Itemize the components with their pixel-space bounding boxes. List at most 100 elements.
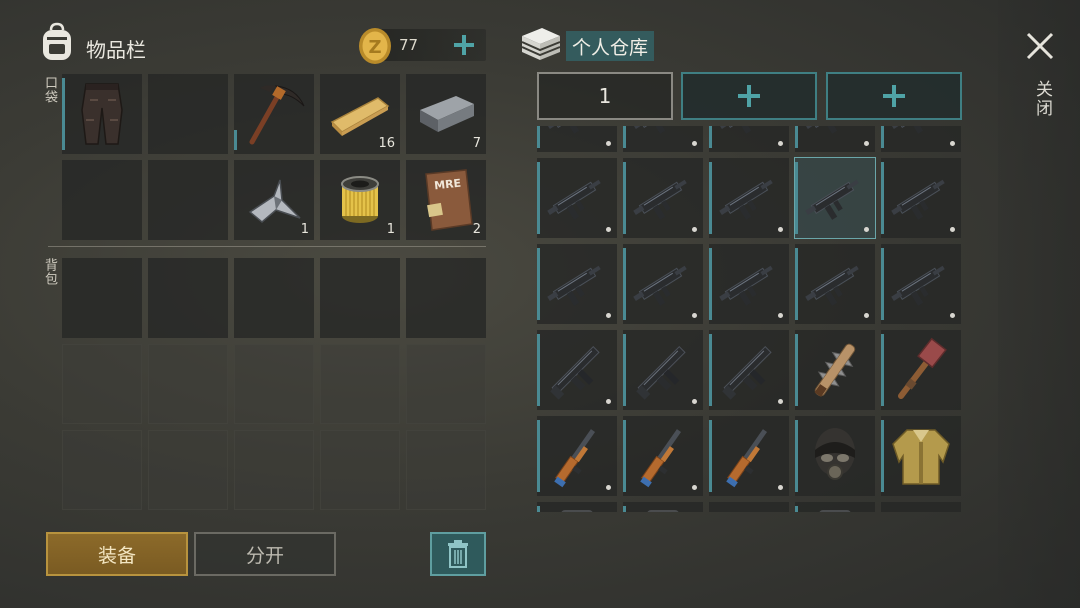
storage-slot[interactable] [795, 502, 875, 512]
pocket-slot[interactable]: 1 [234, 160, 314, 240]
item-count: 2 [472, 222, 481, 237]
condition-bar [623, 162, 626, 234]
pocket-slot[interactable]: MRE 2 [406, 160, 486, 240]
storage-slot[interactable] [795, 416, 875, 496]
storage-slot[interactable] [623, 330, 703, 410]
storage-slot[interactable] [709, 416, 789, 496]
storage-slot[interactable] [794, 157, 876, 239]
storage-slot[interactable] [881, 330, 961, 410]
close-label[interactable]: 关闭 [1030, 80, 1055, 118]
pocket-slot[interactable] [62, 74, 142, 154]
quality-dot [692, 141, 697, 146]
locked-slot [320, 344, 400, 424]
quality-dot [864, 227, 869, 232]
storage-slot[interactable] [795, 244, 875, 324]
item-count: 7 [472, 136, 481, 151]
storage-grid[interactable] [537, 126, 963, 512]
locked-slot [148, 430, 228, 510]
condition-bar [795, 506, 798, 512]
storage-slot[interactable] [623, 244, 703, 324]
storage-slot[interactable] [537, 416, 617, 496]
trash-button[interactable] [430, 532, 486, 576]
condition-bar [62, 78, 65, 150]
storage-slot[interactable] [537, 330, 617, 410]
add-storage-tab-button[interactable] [681, 72, 817, 120]
coin-icon: Z [359, 28, 391, 64]
split-button[interactable]: 分开 [194, 532, 336, 576]
item-count: 1 [386, 222, 395, 237]
quality-dot [606, 485, 611, 490]
storage-slot[interactable] [881, 502, 961, 512]
condition-bar [709, 420, 712, 492]
pocket-slot[interactable]: 7 [406, 74, 486, 154]
backpack-slot[interactable] [148, 258, 228, 338]
quality-dot [692, 313, 697, 318]
backpack-icon [43, 22, 71, 60]
equip-button[interactable]: 装备 [46, 532, 188, 576]
condition-bar [795, 420, 798, 492]
storage-slot[interactable] [709, 126, 789, 152]
quality-dot [778, 141, 783, 146]
quality-dot [950, 227, 955, 232]
condition-bar [881, 334, 884, 406]
condition-bar [537, 334, 540, 406]
storage-icon [521, 28, 561, 60]
condition-bar [623, 506, 626, 512]
condition-bar [623, 248, 626, 320]
section-divider [48, 246, 486, 247]
shotgun-icon [726, 429, 768, 488]
condition-bar [881, 420, 884, 492]
storage-slot[interactable] [537, 158, 617, 238]
storage-slot[interactable] [537, 244, 617, 324]
condition-bar [623, 420, 626, 492]
storage-slot[interactable] [709, 330, 789, 410]
pocket-slot[interactable]: 1 [320, 160, 400, 240]
storage-title: 个人仓库 [566, 31, 655, 61]
pocket-slot[interactable] [148, 74, 228, 154]
item-icon [819, 510, 851, 512]
storage-slot[interactable] [881, 244, 961, 324]
pocket-slot[interactable]: 16 [320, 74, 400, 154]
storage-slot[interactable] [881, 126, 961, 152]
locked-slot [234, 430, 314, 510]
pocket-slot[interactable] [234, 74, 314, 154]
close-icon[interactable] [1024, 30, 1056, 62]
storage-slot[interactable] [795, 330, 875, 410]
rifle-icon [636, 345, 686, 400]
storage-slot[interactable] [623, 126, 703, 152]
pickaxe-icon [249, 85, 305, 145]
smg-icon [805, 265, 859, 306]
storage-slot[interactable] [709, 158, 789, 238]
locked-slot [234, 344, 314, 424]
backpack-slot[interactable] [62, 258, 142, 338]
storage-slot[interactable] [623, 158, 703, 238]
storage-slot[interactable] [709, 244, 789, 324]
storage-slot[interactable] [881, 158, 961, 238]
add-storage-tab-button[interactable] [826, 72, 962, 120]
pants-icon [81, 83, 123, 145]
storage-tab-1[interactable]: 1 [537, 72, 673, 120]
item-count: 1 [300, 222, 309, 237]
condition-bar [537, 506, 540, 512]
storage-slot[interactable] [795, 126, 875, 152]
condition-bar [795, 162, 798, 234]
condition-bar [537, 248, 540, 320]
condition-bar [881, 162, 884, 234]
backpack-slot[interactable] [406, 258, 486, 338]
condition-bar [537, 126, 540, 148]
backpack-slot[interactable] [320, 258, 400, 338]
condition-bar [881, 248, 884, 320]
storage-slot[interactable] [623, 416, 703, 496]
shotgun-icon [554, 429, 596, 488]
storage-slot[interactable] [623, 502, 703, 512]
backpack-slot[interactable] [234, 258, 314, 338]
storage-slot[interactable] [537, 502, 617, 512]
hammer-icon [898, 337, 947, 399]
pocket-slot[interactable] [148, 160, 228, 240]
storage-slot[interactable] [709, 502, 789, 512]
storage-slot[interactable] [881, 416, 961, 496]
pocket-slot[interactable] [62, 160, 142, 240]
storage-slot[interactable] [537, 126, 617, 152]
add-coins-button[interactable] [452, 32, 476, 58]
smg-icon [719, 126, 769, 134]
